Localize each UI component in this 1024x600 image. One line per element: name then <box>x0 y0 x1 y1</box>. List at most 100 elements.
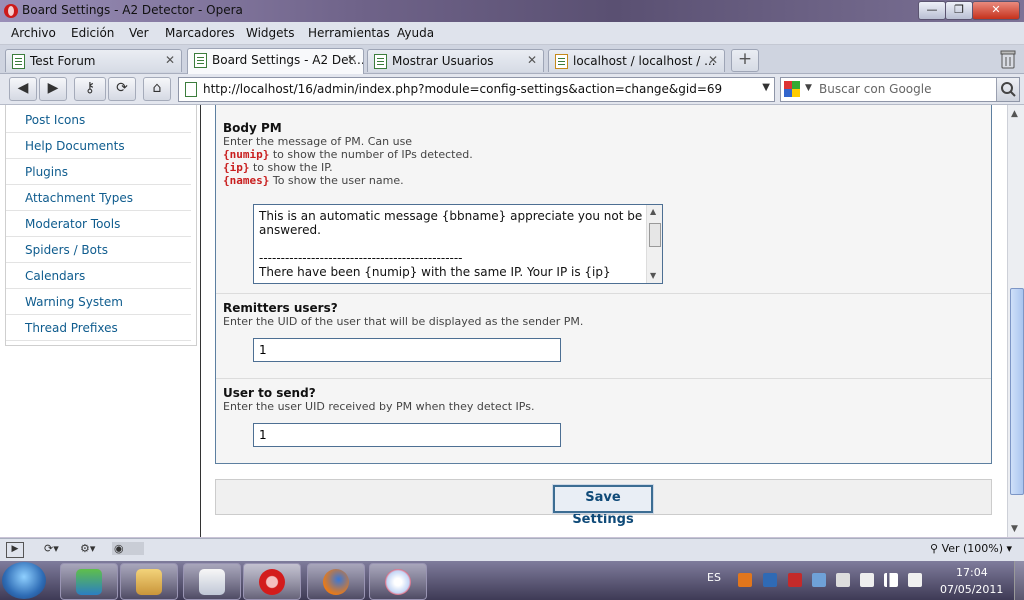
xampp-icon[interactable] <box>738 573 752 587</box>
sidebar-item-thread-prefixes[interactable]: Thread Prefixes <box>6 315 191 341</box>
input-value: 1 <box>259 428 267 442</box>
sidebar-item-label[interactable]: Help Documents <box>25 139 125 153</box>
search-input[interactable]: ▼ Buscar con Google <box>780 77 1020 102</box>
scroll-thumb[interactable] <box>1010 288 1024 495</box>
var-code: {numip} <box>223 148 270 161</box>
language-indicator[interactable]: ES <box>707 571 721 584</box>
unite-icon[interactable]: ⚙▾ <box>80 542 95 555</box>
turbo-icon[interactable]: ◉ <box>112 542 144 555</box>
key-icon[interactable]: ⚷ <box>74 77 106 101</box>
setting-remitters-users: Remitters users? Enter the UID of the us… <box>216 294 991 379</box>
sidebar-item-label[interactable]: Calendars <box>25 269 85 283</box>
search-button[interactable] <box>996 78 1019 101</box>
address-bar[interactable]: http://localhost/16/admin/index.php?modu… <box>178 77 775 102</box>
save-settings-button[interactable]: Save Settings <box>552 484 654 527</box>
chevron-down-icon[interactable]: ▼ <box>805 83 812 93</box>
tab-phpmyadmin[interactable]: localhost / localhost / ... ✕ <box>548 49 725 72</box>
sidebar-item-label[interactable]: Plugins <box>25 165 68 179</box>
taskbar-opera[interactable] <box>243 563 301 600</box>
body-pm-textarea[interactable]: This is an automatic message {bbname} ap… <box>253 204 663 284</box>
google-icon <box>784 81 800 97</box>
sidebar-item-label[interactable]: Post Icons <box>25 113 85 127</box>
security-icon[interactable] <box>788 573 802 587</box>
tab-mostrar-usuarios[interactable]: Mostrar Usuarios ✕ <box>367 49 544 72</box>
user-to-send-input[interactable]: 1 <box>253 423 561 447</box>
forward-button[interactable]: ▶ <box>39 77 67 101</box>
taskbar-firefox[interactable] <box>307 563 365 600</box>
volume-muted-icon[interactable] <box>836 573 850 587</box>
trash-icon[interactable] <box>999 49 1017 69</box>
sidebar-item-calendars[interactable]: Calendars <box>6 263 191 289</box>
sidebar-item-spiders-bots[interactable]: Spiders / Bots <box>6 237 191 263</box>
menu-ver[interactable]: Ver <box>129 26 149 40</box>
scroll-down-icon[interactable]: ▼ <box>650 271 656 280</box>
sidebar-menu: Post Icons Help Documents Plugins Attach… <box>5 105 197 346</box>
menu-widgets[interactable]: Widgets <box>246 26 295 40</box>
close-tab-icon[interactable]: ✕ <box>347 52 357 66</box>
sidebar-item-label[interactable]: Spiders / Bots <box>25 243 108 257</box>
sidebar-item-post-icons[interactable]: Post Icons <box>6 107 191 133</box>
tab-test-forum[interactable]: Test Forum ✕ <box>5 49 182 72</box>
menu-marcadores[interactable]: Marcadores <box>165 26 235 40</box>
messenger-icon <box>76 569 102 595</box>
page-scrollbar[interactable]: ▲ ▼ <box>1007 105 1024 537</box>
power-icon[interactable] <box>908 573 922 587</box>
scroll-down-icon[interactable]: ▼ <box>1011 524 1018 534</box>
menu-ayuda[interactable]: Ayuda <box>397 26 434 40</box>
setting-title: User to send? <box>223 386 316 400</box>
home-button[interactable]: ⌂ <box>143 77 171 101</box>
new-tab-button[interactable]: + <box>731 49 759 72</box>
tab-board-settings[interactable]: Board Settings - A2 Det... ✕ <box>187 48 364 74</box>
reload-button[interactable]: ⟳ <box>108 77 136 101</box>
minimize-button[interactable]: — <box>918 1 946 20</box>
settings-panel: Body PM Enter the message of PM. Can use… <box>215 105 992 464</box>
sidebar-item-attachment-types[interactable]: Attachment Types <box>6 185 191 211</box>
close-tab-icon[interactable]: ✕ <box>527 53 537 67</box>
sidebar-item-warning-system[interactable]: Warning System <box>6 289 191 315</box>
scroll-thumb[interactable] <box>649 223 661 247</box>
sidebar-item-label[interactable]: Warning System <box>25 295 123 309</box>
zoom-control[interactable]: ⚲ Ver (100%) ▾ <box>930 542 1012 555</box>
menu-herramientas[interactable]: Herramientas <box>308 26 390 40</box>
var-text: To show the user name. <box>269 174 404 187</box>
folder-icon <box>136 569 162 595</box>
scroll-up-icon[interactable]: ▲ <box>650 207 656 216</box>
maximize-button[interactable]: ❐ <box>945 1 973 20</box>
wifi-signal-icon[interactable] <box>884 573 898 587</box>
page-content: Post Icons Help Documents Plugins Attach… <box>0 105 1007 537</box>
textarea-scrollbar[interactable]: ▲ ▼ <box>646 205 662 283</box>
taskbar-paint[interactable] <box>369 563 427 600</box>
tab-label: localhost / localhost / ... <box>573 54 716 68</box>
start-button[interactable] <box>2 562 46 599</box>
tab-label: Mostrar Usuarios <box>392 54 494 68</box>
sidebar-item-label[interactable]: Attachment Types <box>25 191 133 205</box>
taskbar-notepad[interactable] <box>183 563 241 600</box>
taskbar-messenger[interactable] <box>60 563 118 600</box>
status-bar: ▶ ⟳▾ ⚙▾ ◉ ⚲ Ver (100%) ▾ <box>0 538 1024 561</box>
sidebar-item-help-documents[interactable]: Help Documents <box>6 133 191 159</box>
menu-archivo[interactable]: Archivo <box>11 26 56 40</box>
zoom-icon: ⚲ <box>930 542 942 555</box>
device-icon[interactable] <box>812 573 826 587</box>
close-window-button[interactable]: ✕ <box>972 1 1020 20</box>
close-tab-icon[interactable]: ✕ <box>165 53 175 67</box>
sync-icon[interactable]: ⟳▾ <box>44 542 59 555</box>
network-monitor-icon[interactable] <box>763 573 777 587</box>
remitters-input[interactable]: 1 <box>253 338 561 362</box>
panel-toggle-icon[interactable]: ▶ <box>6 542 24 558</box>
sidebar-item-label[interactable]: Moderator Tools <box>25 217 120 231</box>
clock-date[interactable]: 07/05/2011 <box>940 583 1003 596</box>
sidebar-item-label[interactable]: Thread Prefixes <box>25 321 118 335</box>
action-center-icon[interactable] <box>860 573 874 587</box>
sidebar-item-plugins[interactable]: Plugins <box>6 159 191 185</box>
back-button[interactable]: ◀ <box>9 77 37 101</box>
clock-time[interactable]: 17:04 <box>956 566 988 579</box>
sidebar-item-moderator-tools[interactable]: Moderator Tools <box>6 211 191 237</box>
scroll-up-icon[interactable]: ▲ <box>1011 109 1018 119</box>
save-bar: Save Settings <box>215 479 992 527</box>
close-tab-icon[interactable]: ✕ <box>708 53 718 67</box>
taskbar-explorer[interactable] <box>120 563 178 600</box>
menu-edicion[interactable]: Edición <box>71 26 114 40</box>
show-desktop-button[interactable] <box>1014 561 1024 600</box>
chevron-down-icon[interactable]: ▼ <box>762 82 770 93</box>
